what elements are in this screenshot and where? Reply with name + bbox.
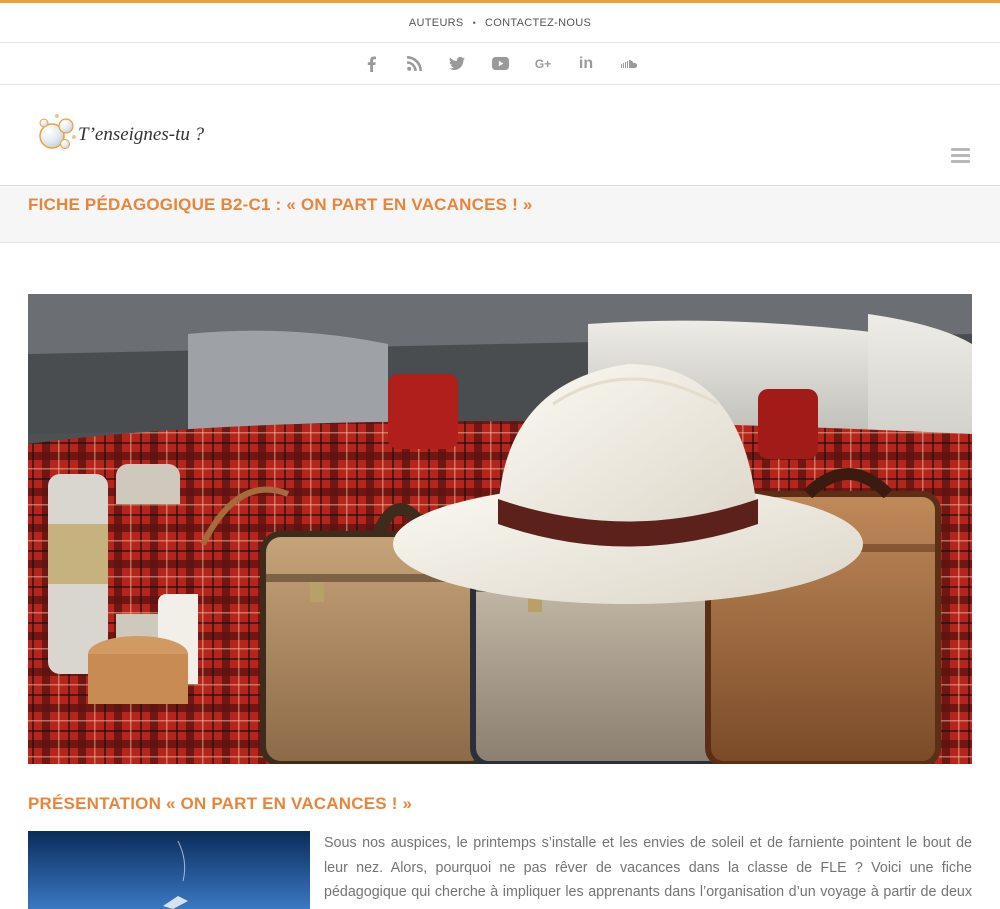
social-bar: G+ in — [0, 43, 1000, 85]
logo-bubbles-icon — [34, 112, 80, 156]
linkedin-icon[interactable]: in — [565, 43, 608, 85]
hamburger-menu-icon[interactable] — [951, 148, 970, 164]
intro-paragraph: Sous nos auspices, le printemps s’instal… — [324, 835, 972, 909]
hero-image — [28, 294, 972, 764]
site-header: T’enseignes-tu ? — [0, 85, 1000, 186]
section-heading-presentation: PRÉSENTATION « ON PART EN VACANCES ! » — [28, 794, 413, 813]
linkedin-label: in — [578, 54, 594, 72]
page-title-bar: FICHE PÉDAGOGIQUE B2-C1 : « ON PART EN V… — [0, 187, 1000, 243]
nav-link-auteurs[interactable]: AUTEURS — [409, 17, 464, 29]
soundcloud-icon[interactable] — [608, 43, 651, 85]
youtube-icon[interactable] — [479, 43, 522, 85]
nav-separator: • — [472, 17, 477, 28]
rss-icon[interactable] — [393, 43, 436, 85]
facebook-icon[interactable] — [350, 43, 393, 85]
page-title: FICHE PÉDAGOGIQUE B2-C1 : « ON PART EN V… — [28, 195, 533, 214]
google-plus-label: G+ — [534, 56, 552, 71]
logo-text: T’enseignes-tu ? — [78, 124, 205, 145]
article-thumbnail — [28, 831, 310, 909]
site-logo[interactable]: T’enseignes-tu ? — [34, 112, 209, 156]
nav-link-contact[interactable]: CONTACTEZ-NOUS — [485, 17, 591, 29]
top-nav: AUTEURS • CONTACTEZ-NOUS — [0, 3, 1000, 43]
twitter-icon[interactable] — [436, 43, 479, 85]
google-plus-icon[interactable]: G+ — [522, 43, 565, 85]
